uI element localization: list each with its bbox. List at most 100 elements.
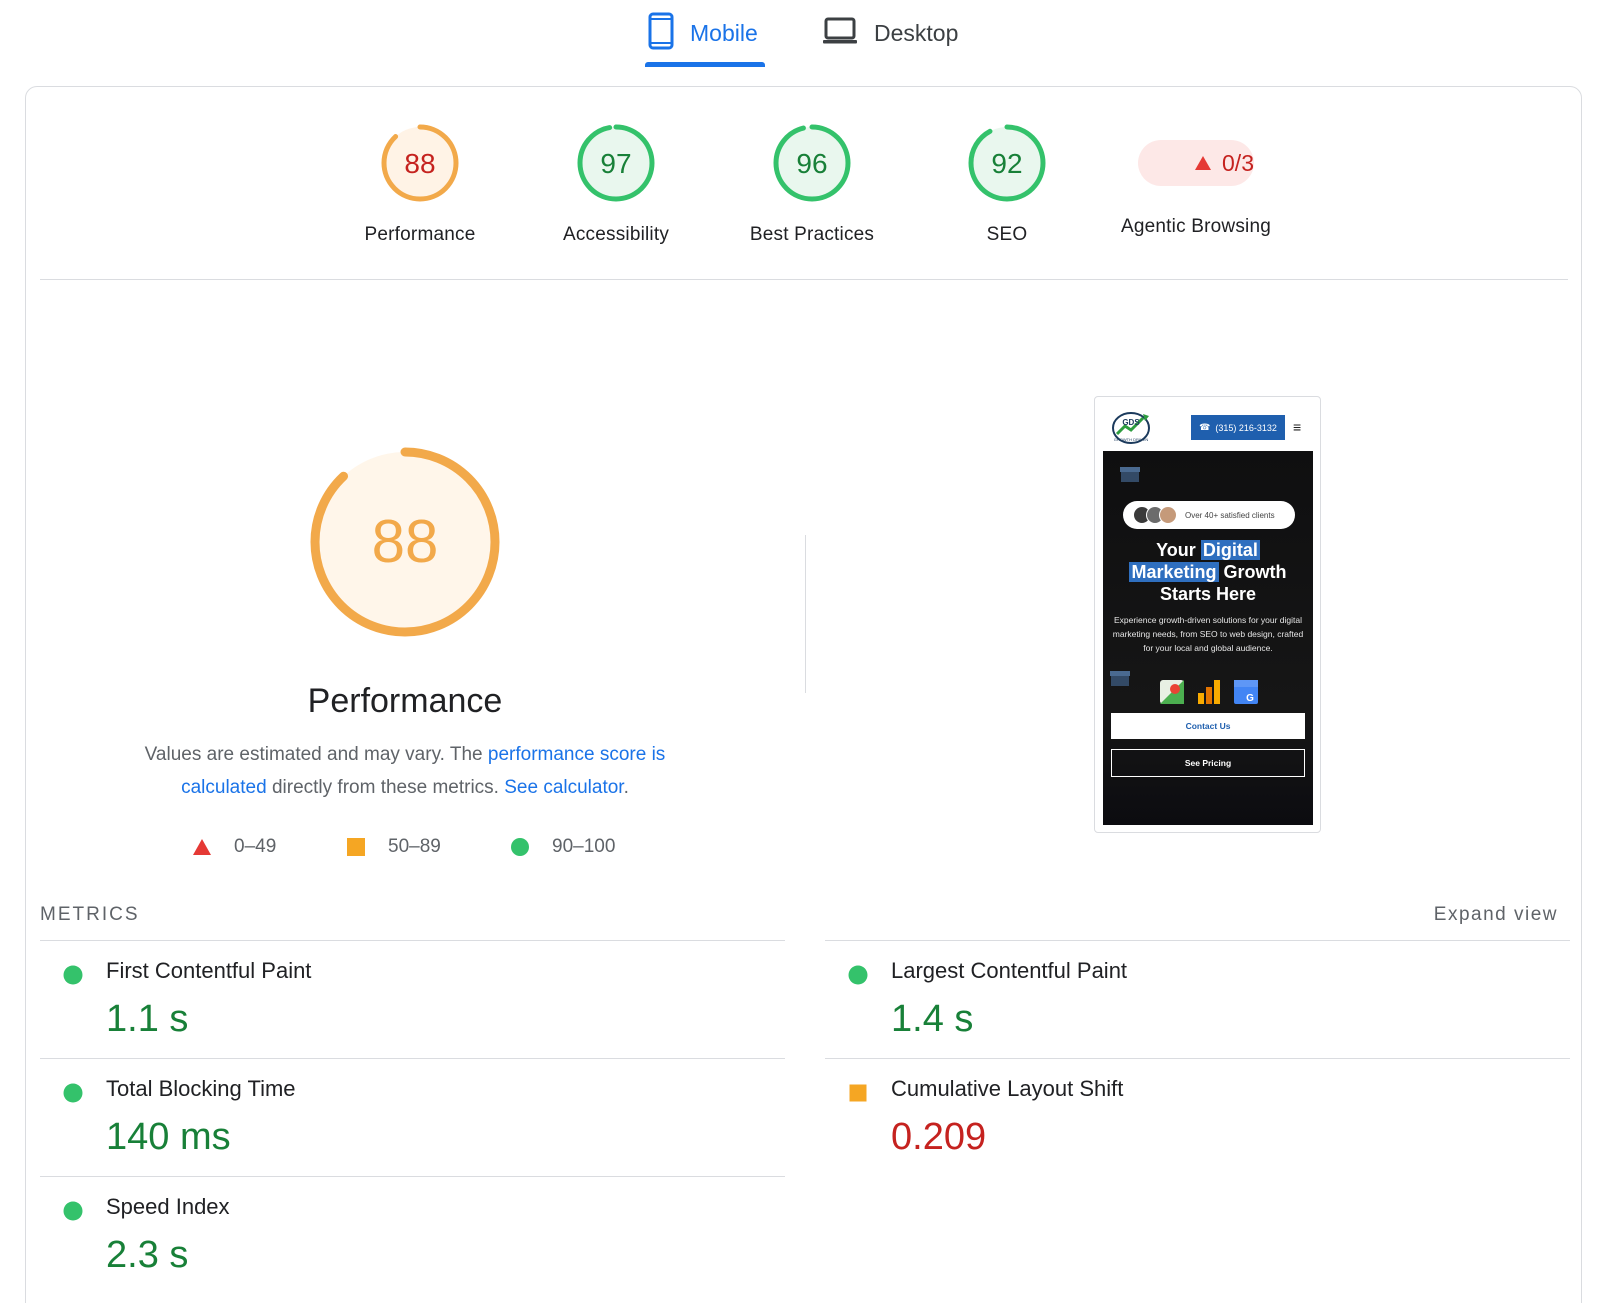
gauge-performance-label: Performance (364, 224, 476, 245)
screenshot-pill-text: Over 40+ satisfied clients (1185, 510, 1275, 520)
legend-fail-range: 0–49 (234, 836, 277, 857)
gauge-best-practices-score: 96 (796, 148, 827, 179)
agentic-browsing-value: 0/3 (1222, 149, 1254, 176)
metric-name: Speed Index (106, 1194, 230, 1219)
performance-big-score: 88 (372, 508, 439, 575)
desc-text-1: Values are estimated and may vary. The (144, 744, 488, 765)
metric-name: Cumulative Layout Shift (891, 1076, 1124, 1101)
screenshot-headline: Your Digital Marketing Growth Starts Her… (1109, 539, 1307, 605)
business-profile-icon: G (1234, 680, 1258, 704)
gauge-accessibility[interactable]: 97 Accessibility (516, 122, 716, 246)
page-screenshot[interactable]: GDS GROWTH DRIVEN ☎ (315) 216-3132 ≡ Ove… (1094, 396, 1321, 833)
hamburger-menu-icon: ≡ (1293, 419, 1302, 435)
analytics-icon (1198, 680, 1220, 704)
headline-highlight: Digital (1200, 540, 1260, 560)
screenshot-viewport: GDS GROWTH DRIVEN ☎ (315) 216-3132 ≡ Ove… (1103, 405, 1313, 825)
metric-first-contentful-paint: First Contentful Paint 1.1 s (40, 940, 780, 1058)
screenshot-service-icons: G (1159, 679, 1259, 707)
screenshot-contact-button: Contact Us (1111, 713, 1305, 739)
metric-value: 2.3 s (106, 1234, 189, 1276)
desc-text-2: directly from these metrics. (266, 777, 505, 798)
headline-word: Your (1156, 540, 1196, 560)
warning-triangle-icon (1195, 156, 1212, 170)
section-divider (805, 535, 806, 693)
desc-text-3: . (623, 777, 629, 798)
smartphone-icon (648, 12, 674, 55)
tab-mobile[interactable]: Mobile (648, 8, 758, 58)
legend-pass: 90–100 (510, 836, 615, 858)
legend-average: 50–89 (346, 836, 441, 858)
tab-mobile-label: Mobile (690, 19, 758, 46)
gauge-performance-ring: 88 (381, 124, 459, 202)
gauge-accessibility-label: Accessibility (562, 224, 670, 245)
metrics-heading: METRICS (40, 904, 140, 925)
gauge-best-practices[interactable]: 96 Best Practices (712, 122, 912, 246)
headline-word: Starts Here (1159, 584, 1257, 604)
maps-icon (1160, 680, 1184, 704)
performance-big-gauge: 88 (310, 447, 500, 637)
gds-logo-icon: GDS GROWTH DRIVEN (1112, 412, 1150, 444)
green-circle-icon (63, 1201, 83, 1221)
gauge-seo[interactable]: 92 SEO (907, 122, 1107, 246)
see-calculator-link[interactable]: See calculator (504, 777, 623, 798)
screenshot-clients-pill: Over 40+ satisfied clients (1123, 501, 1295, 529)
screenshot-header: GDS GROWTH DRIVEN ☎ (315) 216-3132 ≡ (1103, 405, 1313, 451)
gds-logo-subtext: GROWTH DRIVEN (1114, 437, 1149, 442)
metric-value: 1.4 s (891, 998, 974, 1040)
tab-desktop-label: Desktop (874, 19, 959, 46)
gds-logo-text: GDS (1122, 418, 1140, 427)
headline-word: Growth (1223, 562, 1287, 582)
tab-desktop[interactable]: Desktop (822, 8, 958, 58)
storefront-icon (1120, 467, 1140, 482)
metric-name: First Contentful Paint (106, 958, 312, 983)
gauge-best-practices-ring: 96 (773, 124, 851, 202)
screenshot-hero: Over 40+ satisfied clients Your Digital … (1103, 451, 1313, 825)
agentic-browsing-badge: 0/3 (1138, 140, 1254, 186)
metric-name: Total Blocking Time (106, 1076, 296, 1101)
metric-cumulative-layout-shift: Cumulative Layout Shift 0.209 (825, 1058, 1565, 1176)
gauge-best-practices-label: Best Practices (749, 224, 875, 245)
headline-highlight: Marketing (1129, 562, 1219, 582)
metric-value: 0.209 (891, 1116, 987, 1158)
gauge-seo-label: SEO (986, 224, 1028, 245)
metric-value: 140 ms (106, 1116, 231, 1158)
expand-view-button[interactable]: Expand view (1434, 904, 1558, 926)
legend-fail: 0–49 (192, 836, 276, 858)
gauge-accessibility-ring: 97 (577, 124, 655, 202)
gauge-agentic-browsing[interactable]: 0/3 Agentic Browsing (1096, 122, 1296, 238)
gauge-agentic-label: Agentic Browsing (1121, 216, 1271, 237)
gauge-seo-ring: 92 (968, 124, 1046, 202)
orange-square-icon (347, 838, 365, 856)
screenshot-body-text: Experience growth-driven solutions for y… (1112, 615, 1304, 653)
metric-name: Largest Contentful Paint (891, 958, 1128, 983)
green-circle-icon (511, 838, 529, 856)
performance-title: Performance (307, 682, 503, 720)
gauges-divider (40, 279, 1568, 280)
metric-total-blocking-time: Total Blocking Time 140 ms (40, 1058, 780, 1176)
green-circle-icon (63, 1083, 83, 1103)
orange-square-icon (849, 1084, 867, 1102)
legend-average-range: 50–89 (388, 836, 441, 857)
metric-speed-index: Speed Index 2.3 s (40, 1176, 780, 1294)
storefront-icon (1110, 671, 1130, 686)
gauge-accessibility-score: 97 (600, 148, 631, 179)
avatar (1159, 506, 1177, 524)
metric-value: 1.1 s (106, 998, 189, 1040)
green-circle-icon (848, 965, 868, 985)
gauge-performance-score: 88 (404, 148, 435, 179)
red-triangle-icon (193, 839, 211, 855)
screenshot-pricing-button: See Pricing (1111, 749, 1305, 777)
client-avatars (1133, 506, 1177, 524)
device-tabs: Mobile Desktop (0, 0, 1600, 72)
gauge-performance[interactable]: 88 Performance (320, 122, 520, 246)
legend-pass-range: 90–100 (552, 836, 616, 857)
active-tab-indicator (645, 62, 765, 67)
laptop-icon (822, 16, 858, 51)
screenshot-call-button: ☎ (315) 216-3132 (1191, 415, 1285, 440)
performance-description: Values are estimated and may vary. The p… (100, 738, 710, 804)
green-circle-icon (63, 965, 83, 985)
phone-icon: ☎ (1199, 422, 1211, 432)
svg-text:G: G (1246, 693, 1254, 704)
gauge-seo-score: 92 (991, 148, 1022, 179)
screenshot-phone: (315) 216-3132 (1215, 422, 1277, 433)
